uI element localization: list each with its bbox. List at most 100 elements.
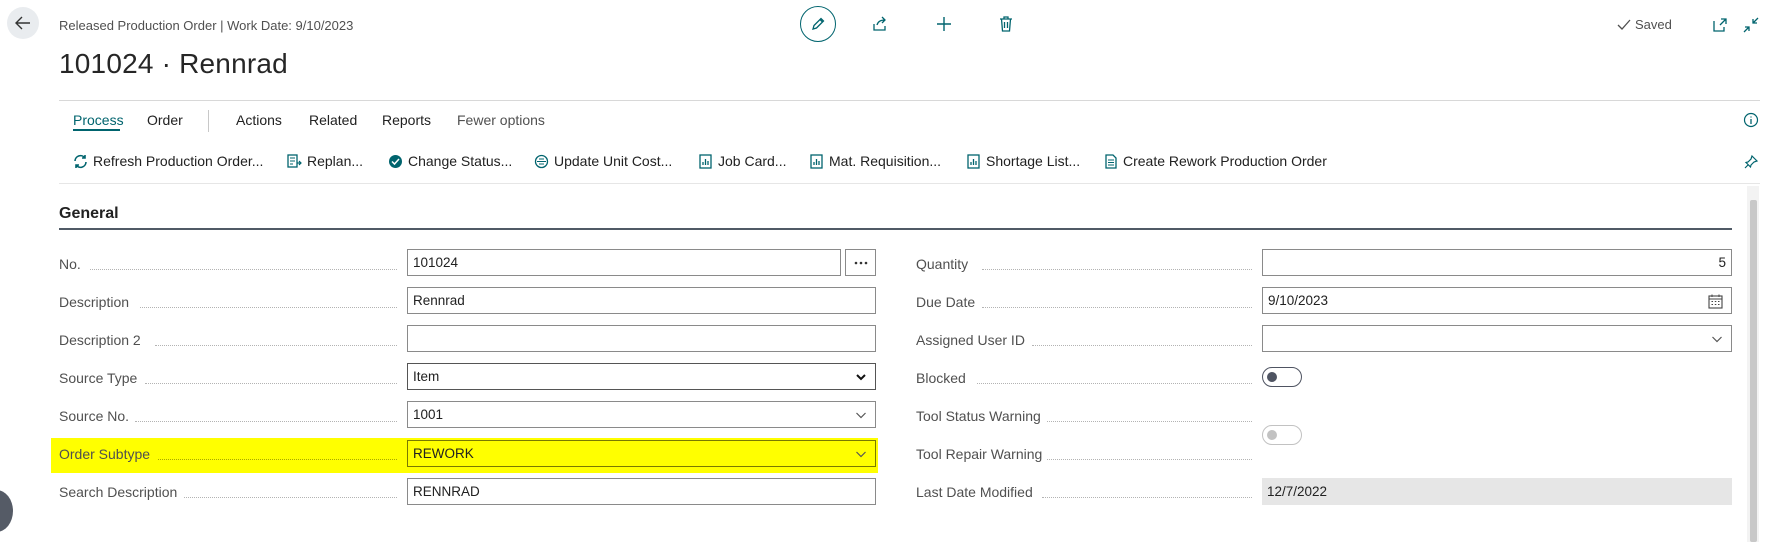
tab-reports[interactable]: Reports (382, 112, 431, 128)
source-type-label: Source Type (59, 370, 138, 386)
leader-dots (982, 268, 1252, 270)
share-button[interactable] (870, 14, 890, 34)
description-2-label: Description 2 (59, 332, 141, 348)
description-value: Rennrad (413, 293, 465, 308)
order-subtype-label: Order Subtype (59, 446, 151, 462)
fewer-options-button[interactable]: Fewer options (457, 112, 545, 128)
open-new-window-icon (1713, 18, 1727, 32)
shortage-list-action[interactable]: Shortage List... (966, 153, 1080, 169)
replan-action[interactable]: Replan... (287, 153, 363, 169)
leader-dots (1047, 420, 1252, 422)
page-title: 101024 · Rennrad (59, 48, 288, 79)
chevron-down-icon (856, 451, 866, 458)
leader-dots (140, 306, 397, 308)
info-icon (1743, 112, 1759, 128)
due-date-label: Due Date (916, 294, 976, 310)
tab-process[interactable]: Process (73, 112, 124, 128)
source-no-value: 1001 (413, 407, 444, 422)
tab-order[interactable]: Order (147, 112, 183, 128)
edit-button[interactable] (800, 6, 836, 42)
blocked-toggle[interactable] (1262, 367, 1302, 387)
source-type-select[interactable]: Item (407, 363, 876, 390)
leader-dots (1032, 344, 1252, 346)
back-button[interactable] (7, 7, 39, 39)
cost-icon (534, 154, 549, 169)
action-label: Job Card... (718, 153, 787, 169)
tool-status-warning-toggle (1262, 425, 1302, 445)
delete-button[interactable] (996, 14, 1016, 34)
create-rework-production-order-action[interactable]: Create Rework Production Order (1103, 153, 1327, 169)
plus-icon (937, 17, 951, 31)
quantity-field[interactable]: 5 (1262, 249, 1732, 276)
report-icon (698, 153, 713, 169)
update-unit-cost-action[interactable]: Update Unit Cost... (534, 153, 672, 169)
header-divider (59, 100, 1760, 101)
quantity-value: 5 (1718, 255, 1726, 270)
trash-icon (1000, 16, 1012, 32)
mat-requisition-action[interactable]: Mat. Requisition... (809, 153, 941, 169)
order-subtype-field[interactable]: REWORK (407, 440, 876, 467)
info-button[interactable] (1741, 110, 1761, 130)
replan-icon (287, 153, 302, 169)
no-assist-button[interactable] (845, 249, 876, 276)
calendar-icon[interactable] (1708, 294, 1723, 309)
new-button[interactable] (934, 14, 954, 34)
scrollbar-thumb[interactable] (1750, 200, 1757, 542)
share-icon (873, 16, 886, 31)
checkmark-icon (1617, 19, 1631, 30)
action-label: Replan... (307, 153, 364, 169)
tab-divider (208, 110, 209, 132)
source-no-label: Source No. (59, 408, 130, 424)
section-title-general[interactable]: General (59, 205, 119, 223)
change-status-action[interactable]: Change Status... (388, 153, 512, 169)
page-subtitle: Released Production Order | Work Date: 9… (59, 18, 354, 33)
due-date-value: 9/10/2023 (1268, 293, 1329, 308)
action-label: Refresh Production Order... (93, 153, 264, 169)
leader-dots (158, 458, 397, 460)
leader-dots (90, 268, 397, 270)
action-label: Update Unit Cost... (554, 153, 673, 169)
leader-dots (184, 496, 397, 498)
avatar[interactable] (0, 490, 13, 532)
document-icon (1103, 153, 1118, 169)
saved-status: Saved (1617, 17, 1672, 32)
action-label: Shortage List... (986, 153, 1081, 169)
toggle-knob (1267, 430, 1277, 440)
chevron-down-icon (1712, 336, 1722, 343)
assigned-user-id-field[interactable] (1262, 325, 1732, 352)
tab-actions[interactable]: Actions (236, 112, 282, 128)
leader-dots (977, 382, 1252, 384)
job-card-action[interactable]: Job Card... (698, 153, 786, 169)
tab-related[interactable]: Related (309, 112, 357, 128)
no-field[interactable]: 101024 (407, 249, 841, 276)
last-date-modified-label: Last Date Modified (916, 484, 1033, 500)
report-icon (809, 153, 824, 169)
action-label: Change Status... (408, 153, 513, 169)
description-label: Description (59, 294, 130, 310)
leader-dots (135, 420, 397, 422)
leader-dots (145, 382, 397, 384)
action-label: Create Rework Production Order (1123, 153, 1327, 169)
pin-button[interactable] (1741, 152, 1761, 172)
refresh-production-order-action[interactable]: Refresh Production Order... (73, 153, 263, 169)
section-underline (59, 228, 1732, 230)
collapse-button[interactable] (1741, 15, 1761, 35)
due-date-field[interactable]: 9/10/2023 (1262, 287, 1732, 314)
leader-dots (1047, 458, 1252, 460)
description-2-field[interactable] (407, 325, 876, 352)
search-description-field[interactable]: RENNRAD (407, 478, 876, 505)
order-subtype-value: REWORK (413, 446, 474, 461)
leader-dots (982, 306, 1252, 308)
assigned-user-id-label: Assigned User ID (916, 332, 1025, 348)
tool-repair-warning-label: Tool Repair Warning (916, 446, 1043, 462)
active-tab-indicator (73, 129, 120, 131)
source-no-field[interactable]: 1001 (407, 401, 876, 428)
chevron-down-icon (856, 412, 866, 419)
open-new-window-button[interactable] (1710, 15, 1730, 35)
report-icon (966, 153, 981, 169)
toggle-knob (1267, 372, 1277, 382)
no-value: 101024 (413, 255, 459, 270)
description-field[interactable]: Rennrad (407, 287, 876, 314)
chevron-down-icon (856, 374, 866, 381)
leader-dots (1042, 496, 1252, 498)
